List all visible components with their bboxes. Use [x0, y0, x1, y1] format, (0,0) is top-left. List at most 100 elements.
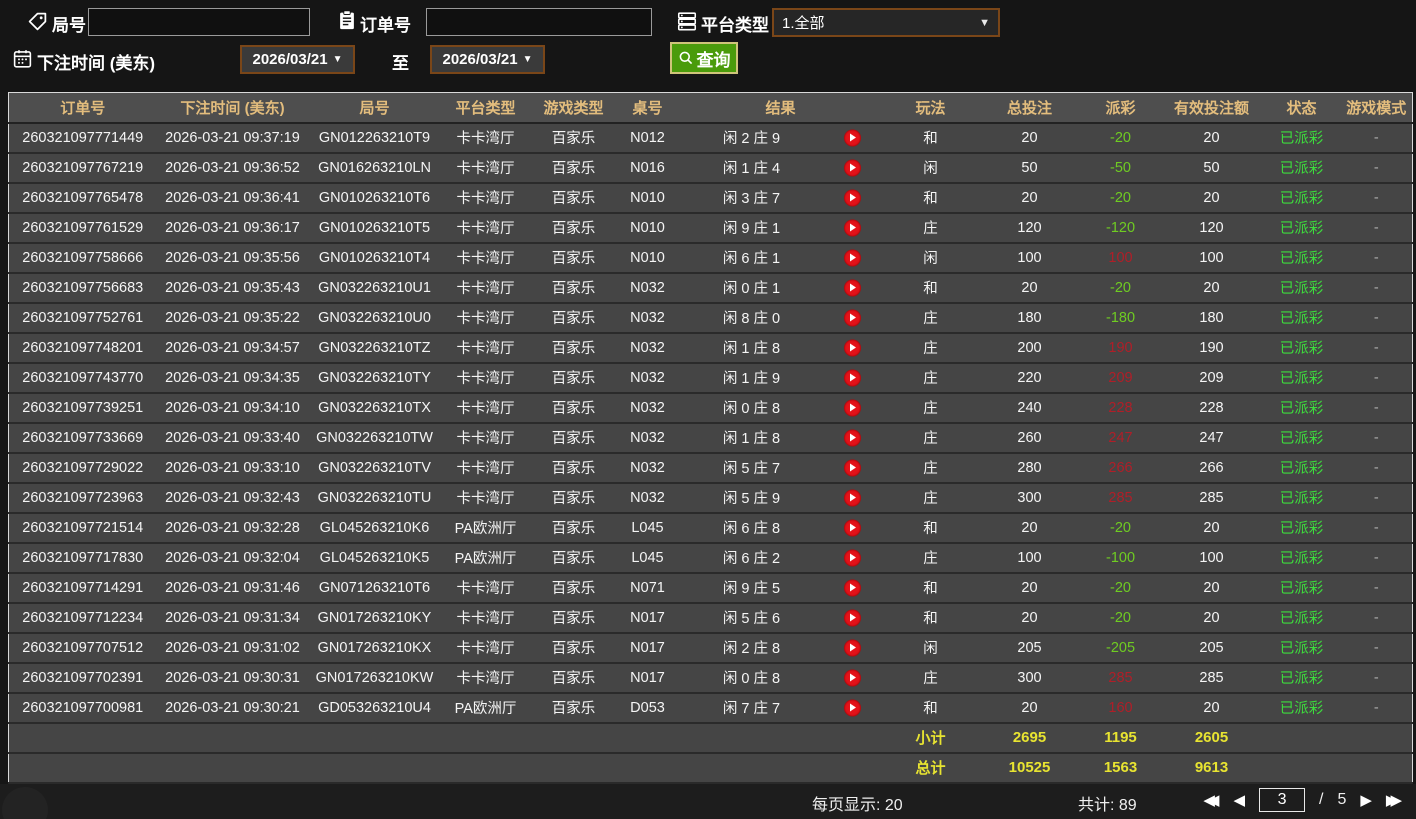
- cell-mode: -: [1340, 632, 1413, 664]
- cell-platform: 卡卡湾厅: [440, 602, 531, 634]
- date-from-picker[interactable]: 2026/03/21 ▼: [240, 45, 355, 74]
- first-page-button[interactable]: ◀◀: [1203, 791, 1219, 809]
- play-icon[interactable]: [843, 549, 861, 566]
- play-icon[interactable]: [843, 669, 861, 686]
- cell-platform: 卡卡湾厅: [440, 122, 531, 154]
- table-row: 260321097733669 2026-03-21 09:33:40 GN0322…: [8, 422, 1413, 454]
- cell-time: 2026-03-21 09:36:52: [156, 152, 309, 184]
- search-button[interactable]: 查询: [670, 42, 738, 74]
- cell-status: 已派彩: [1262, 632, 1341, 664]
- current-page-input[interactable]: [1259, 788, 1306, 812]
- cell-status: 已派彩: [1262, 452, 1341, 484]
- play-icon[interactable]: [843, 129, 861, 146]
- page-size-label: 每页显示: 20: [812, 797, 903, 814]
- cell-round: GN071263210T6: [308, 572, 441, 604]
- table-row: 260321097748201 2026-03-21 09:34:57 GN0322…: [8, 332, 1413, 364]
- column-header: 下注时间 (美东): [156, 92, 309, 124]
- empty-cell: [616, 722, 679, 754]
- play-icon[interactable]: [843, 309, 861, 326]
- bet-records-table: 订单号 下注时间 (美东) 局号 平台类型 游戏类型 桌号 结果 玩法 总投注 派彩 有效投注额 状态…: [8, 92, 1413, 784]
- play-icon[interactable]: [843, 579, 861, 596]
- play-icon[interactable]: [843, 339, 861, 356]
- play-icon[interactable]: [843, 399, 861, 416]
- cell-table: N032: [616, 452, 679, 484]
- table-row: 260321097758666 2026-03-21 09:35:56 GN0102…: [8, 242, 1413, 274]
- order-number-input[interactable]: [426, 8, 652, 36]
- cell-round: GD053263210U4: [308, 692, 441, 724]
- cell-status: 已派彩: [1262, 302, 1341, 334]
- platform-type-select[interactable]: 1.全部 ▼: [772, 8, 1000, 37]
- total-row-payout: 1563: [1080, 752, 1161, 784]
- cell-bet: 120: [978, 212, 1081, 244]
- cell-status: 已派彩: [1262, 182, 1341, 214]
- play-icon[interactable]: [843, 219, 861, 236]
- cell-round: GN032263210TZ: [308, 332, 441, 364]
- total-row: 总计 10525 1563 9613: [8, 752, 1413, 784]
- cell-valid: 285: [1160, 482, 1263, 514]
- last-page-button[interactable]: ▶▶: [1386, 791, 1402, 809]
- play-icon[interactable]: [843, 159, 861, 176]
- cell-game: 百家乐: [530, 122, 617, 154]
- footer-logo: [2, 787, 48, 819]
- table-header-row: 订单号 下注时间 (美东) 局号 平台类型 游戏类型 桌号 结果 玩法 总投注 派彩 有效投注额 状态…: [8, 92, 1413, 124]
- cell-valid: 120: [1160, 212, 1263, 244]
- next-page-button[interactable]: ▶: [1360, 791, 1372, 809]
- cell-play: 庄: [882, 212, 979, 244]
- cell-platform: PA欧洲厅: [440, 542, 531, 574]
- cell-game: 百家乐: [530, 662, 617, 694]
- column-header: 玩法: [882, 92, 979, 124]
- play-icon[interactable]: [843, 429, 861, 446]
- play-icon[interactable]: [843, 699, 861, 716]
- cell-round: GN032263210TY: [308, 362, 441, 394]
- cell-order: 260321097743770: [8, 362, 157, 394]
- cell-platform: 卡卡湾厅: [440, 422, 531, 454]
- play-icon[interactable]: [843, 639, 861, 656]
- cell-bet: 100: [978, 242, 1081, 274]
- date-from-value: 2026/03/21: [252, 51, 328, 68]
- round-number-input[interactable]: [88, 8, 310, 36]
- cell-table: D053: [616, 692, 679, 724]
- play-icon[interactable]: [843, 369, 861, 386]
- cell-table: N017: [616, 632, 679, 664]
- cell-mode: -: [1340, 422, 1413, 454]
- play-icon[interactable]: [843, 459, 861, 476]
- table-row: 260321097729022 2026-03-21 09:33:10 GN0322…: [8, 452, 1413, 484]
- cell-result: 闲 0 庄 8: [678, 662, 883, 694]
- date-to-picker[interactable]: 2026/03/21 ▼: [430, 45, 545, 74]
- cell-status: 已派彩: [1262, 332, 1341, 364]
- cell-bet: 300: [978, 482, 1081, 514]
- cell-play: 和: [882, 512, 979, 544]
- cell-time: 2026-03-21 09:35:22: [156, 302, 309, 334]
- play-icon[interactable]: [843, 519, 861, 536]
- play-icon[interactable]: [843, 189, 861, 206]
- cell-round: GL045263210K6: [308, 512, 441, 544]
- cell-table: N032: [616, 332, 679, 364]
- cell-time: 2026-03-21 09:35:56: [156, 242, 309, 274]
- cell-valid: 20: [1160, 602, 1263, 634]
- cell-platform: 卡卡湾厅: [440, 632, 531, 664]
- cell-payout: 190: [1080, 332, 1161, 364]
- cell-platform: 卡卡湾厅: [440, 392, 531, 424]
- cell-payout: 100: [1080, 242, 1161, 274]
- play-icon[interactable]: [843, 609, 861, 626]
- cell-result: 闲 2 庄 9: [678, 122, 883, 154]
- previous-page-button[interactable]: ◀: [1233, 791, 1245, 809]
- play-icon[interactable]: [843, 489, 861, 506]
- cell-result: 闲 0 庄 1: [678, 272, 883, 304]
- cell-status: 已派彩: [1262, 362, 1341, 394]
- cell-game: 百家乐: [530, 152, 617, 184]
- cell-play: 和: [882, 602, 979, 634]
- order-number-label: 订单号: [360, 16, 411, 35]
- cell-time: 2026-03-21 09:34:35: [156, 362, 309, 394]
- play-icon[interactable]: [843, 249, 861, 266]
- play-icon[interactable]: [843, 279, 861, 296]
- subtotal-row: 小计 2695 1195 2605: [8, 722, 1413, 754]
- cell-status: 已派彩: [1262, 572, 1341, 604]
- cell-platform: PA欧洲厅: [440, 512, 531, 544]
- cell-play: 庄: [882, 392, 979, 424]
- empty-cell: [8, 752, 157, 784]
- table-row: 260321097723963 2026-03-21 09:32:43 GN0322…: [8, 482, 1413, 514]
- cell-play: 和: [882, 182, 979, 214]
- cell-order: 260321097717830: [8, 542, 157, 574]
- table-row: 260321097712234 2026-03-21 09:31:34 GN0172…: [8, 602, 1413, 634]
